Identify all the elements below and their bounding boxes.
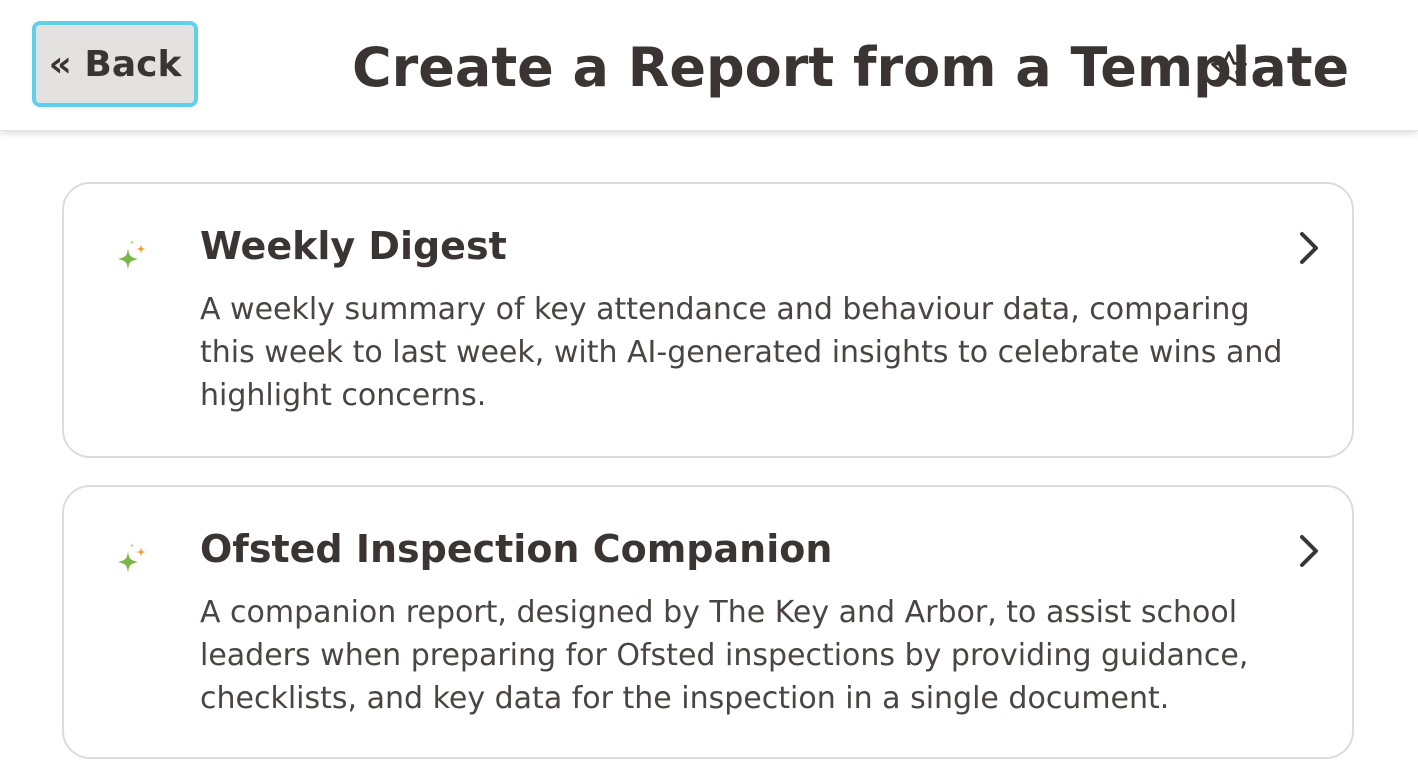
card-description: A companion report, designed by The Key … [200,595,1249,716]
template-card-weekly-digest[interactable]: Weekly Digest A weekly summary of key at… [62,182,1354,458]
card-title: Weekly Digest [200,224,507,268]
sparkle-icon [118,240,146,270]
sparkle-icon [118,543,146,573]
page-header: « Back Create a Report from a Template [0,0,1418,131]
page-title: Create a Report from a Template [352,36,1350,99]
template-card-ofsted-inspection-companion[interactable]: Ofsted Inspection Companion A companion … [62,485,1354,759]
back-button[interactable]: « Back [32,21,198,107]
chevron-right-icon [1300,535,1318,567]
card-description: A weekly summary of key attendance and b… [200,292,1283,413]
card-title: Ofsted Inspection Companion [200,527,833,571]
star-icon[interactable] [1208,48,1250,90]
chevron-right-icon [1300,232,1318,264]
